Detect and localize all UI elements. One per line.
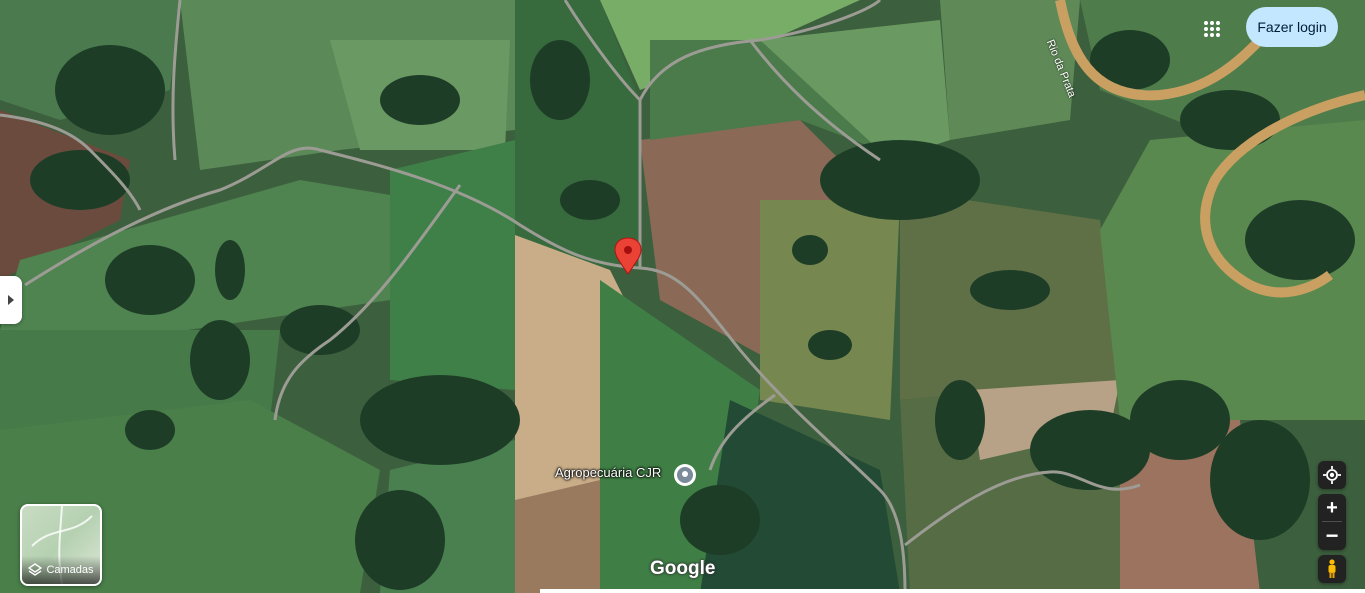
zoom-out-button[interactable]: − [1318, 522, 1346, 550]
layers-label: Camadas [46, 564, 94, 576]
my-location-icon [1323, 466, 1341, 484]
satellite-map[interactable] [0, 0, 1365, 593]
login-button[interactable]: Fazer login [1246, 7, 1338, 47]
apps-grid-icon [1204, 21, 1220, 37]
my-location-button[interactable] [1318, 461, 1346, 489]
zoom-in-button[interactable]: + [1318, 494, 1346, 522]
expand-panel-button[interactable] [0, 276, 22, 324]
layers-icon [28, 563, 43, 576]
pegman-icon [1328, 559, 1336, 578]
street-view-button[interactable] [1318, 555, 1346, 583]
bottom-bar [540, 589, 1365, 593]
layers-button[interactable]: Camadas [20, 504, 102, 586]
apps-button[interactable] [1198, 15, 1226, 43]
poi-label[interactable]: Agropecuária CJR [555, 465, 661, 480]
google-attribution: Google [650, 558, 716, 579]
poi-marker-icon [674, 464, 696, 486]
expand-panel-icon [8, 295, 14, 305]
